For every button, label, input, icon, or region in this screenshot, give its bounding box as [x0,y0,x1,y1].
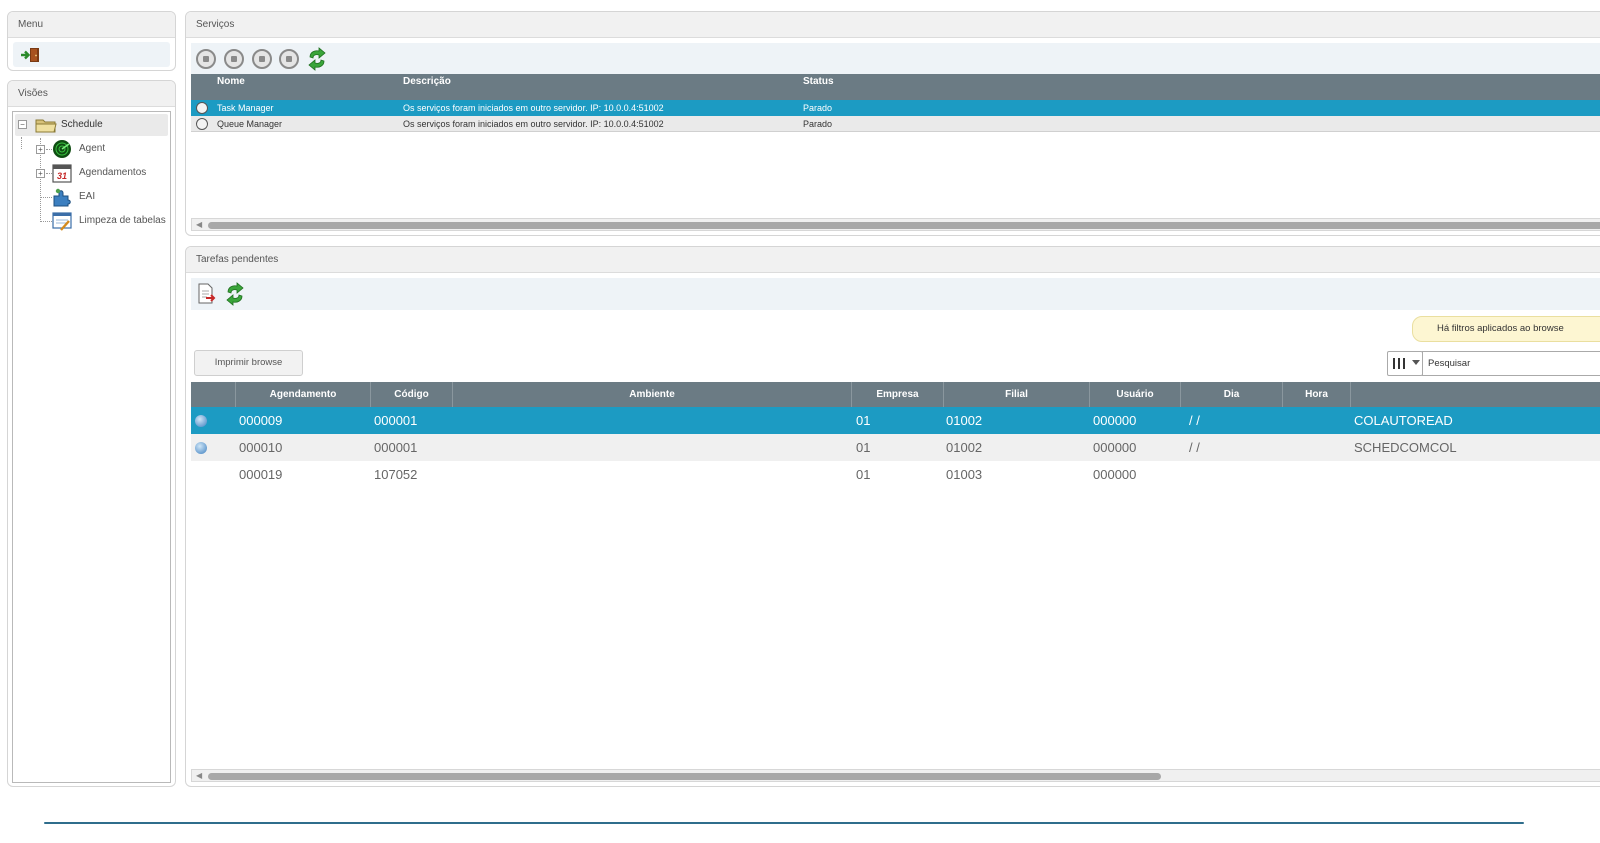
col-usuario[interactable]: Usuário [1090,382,1181,407]
calendar-icon: 31 [52,164,72,183]
cell-filial: 01002 [946,413,983,428]
column-selector[interactable] [1387,351,1423,376]
service-status: Parado [803,119,833,129]
cell-agendamento: 000009 [239,413,283,428]
pause-service-icon[interactable] [279,49,299,69]
service-row[interactable]: Queue Manager Os serviços foram iniciado… [191,116,1600,132]
refresh-services-icon[interactable] [306,47,328,71]
col-nome[interactable]: Nome [217,76,245,87]
svg-text:31: 31 [57,171,67,181]
cell-empresa: 01 [856,440,871,455]
servicos-panel: Serviços Nome Descrição Status Task Mana… [185,11,1600,236]
row-status-icon [195,415,207,427]
expand-agendamentos-icon[interactable]: + [36,169,45,178]
bottom-divider [44,822,1524,824]
start-service-icon[interactable] [196,49,216,69]
cell-agendamento: 000010 [239,440,283,455]
export-icon[interactable] [196,282,216,306]
col-codigo[interactable]: Código [371,382,453,407]
col-agendamento[interactable]: Agendamento [236,382,371,407]
search-input[interactable]: Pesquisar [1422,351,1600,376]
tree-label-eai[interactable]: EAI [79,191,95,202]
col-status[interactable]: Status [803,76,834,87]
service-nome: Task Manager [217,103,274,113]
col-rotina[interactable]: Ro [1351,382,1600,407]
tree-label-agent[interactable]: Agent [79,143,105,154]
col-dia[interactable]: Dia [1181,382,1283,407]
scroll-left-icon[interactable]: ◀ [196,771,202,780]
servicos-scroll-thumb[interactable] [208,222,1600,229]
play-service-icon[interactable] [224,49,244,69]
tarefas-scroll-thumb[interactable] [208,773,1161,780]
scroll-left-icon[interactable]: ◀ [196,220,202,229]
servicos-grid-header: Nome Descrição Status [191,74,1600,100]
service-row[interactable]: Task Manager Os serviços foram iniciados… [191,100,1600,116]
servicos-toolbar [191,43,1600,75]
puzzle-icon [53,188,71,207]
cell-codigo: 000001 [374,440,418,455]
cell-codigo: 000001 [374,413,418,428]
col-status-dot [191,382,236,407]
col-empresa[interactable]: Empresa [852,382,944,407]
tree-node-schedule[interactable]: − Schedule [15,114,168,136]
row-status-icon [195,442,207,454]
cell-dia: / / [1189,440,1200,455]
cell-codigo: 107052 [374,467,418,482]
service-nome: Queue Manager [217,119,283,129]
cell-usuario: 000000 [1093,467,1137,482]
visoes-title: Visões [8,81,175,107]
columns-icon [1393,358,1405,369]
table-row[interactable]: 000019 107052 01 01003 000000 [191,461,1600,488]
cell-empresa: 01 [856,413,871,428]
tarefas-grid-header: Agendamento Código Ambiente Empresa Fili… [191,382,1600,407]
cell-rotina: SCHEDCOMCOL [1354,440,1457,455]
servicos-title: Serviços [186,12,1600,38]
table-row[interactable]: 000009 000001 01 01002 000000 / / COLAUT… [191,407,1600,434]
tarefas-toolbar [191,278,1600,310]
servicos-hscroll[interactable]: ◀ [191,218,1600,231]
cell-filial: 01003 [946,467,983,482]
cell-usuario: 000000 [1093,413,1137,428]
cell-rotina: COLAUTOREAD [1354,413,1453,428]
tarefas-panel: Tarefas pendentes Há filtros aplicados a… [185,246,1600,787]
tarefas-hscroll[interactable]: ◀ [191,769,1600,782]
menu-title: Menu [8,12,175,38]
visoes-panel: Visões − Schedule + Agent + 31 Agendamen… [7,80,176,787]
radar-icon [53,140,71,158]
collapse-icon[interactable]: − [18,120,27,129]
chevron-down-icon [1412,360,1420,365]
col-hora[interactable]: Hora [1283,382,1351,407]
filter-notice[interactable]: Há filtros aplicados ao browse [1412,316,1600,342]
clean-table-icon [52,212,72,231]
refresh-tarefas-icon[interactable] [224,282,246,306]
table-row[interactable]: 000010 000001 01 01002 000000 / / SCHEDC… [191,434,1600,461]
folder-icon [35,119,57,133]
cell-filial: 01002 [946,440,983,455]
exit-icon[interactable] [19,47,41,63]
service-status-icon [196,118,208,130]
service-descricao: Os serviços foram iniciados em outro ser… [403,103,664,113]
cell-usuario: 000000 [1093,440,1137,455]
tarefas-title: Tarefas pendentes [186,247,1600,273]
print-browse-button[interactable]: Imprimir browse [194,350,303,376]
cell-empresa: 01 [856,467,871,482]
visoes-tree: − Schedule + Agent + 31 Agendamentos EAI… [12,111,171,783]
tree-label-schedule: Schedule [61,119,103,130]
tree-label-limpeza[interactable]: Limpeza de tabelas [79,215,166,226]
expand-agent-icon[interactable]: + [36,145,45,154]
col-descricao[interactable]: Descrição [403,76,451,87]
tree-label-agendamentos[interactable]: Agendamentos [79,167,146,178]
col-filial[interactable]: Filial [944,382,1090,407]
service-status: Parado [803,103,833,113]
cell-agendamento: 000019 [239,467,283,482]
cell-dia: / / [1189,413,1200,428]
service-status-icon [196,102,208,114]
menu-panel: Menu [7,11,176,71]
service-descricao: Os serviços foram iniciados em outro ser… [403,119,664,129]
col-ambiente[interactable]: Ambiente [453,382,852,407]
menu-toolbar [13,42,170,67]
stop-service-icon[interactable] [252,49,272,69]
